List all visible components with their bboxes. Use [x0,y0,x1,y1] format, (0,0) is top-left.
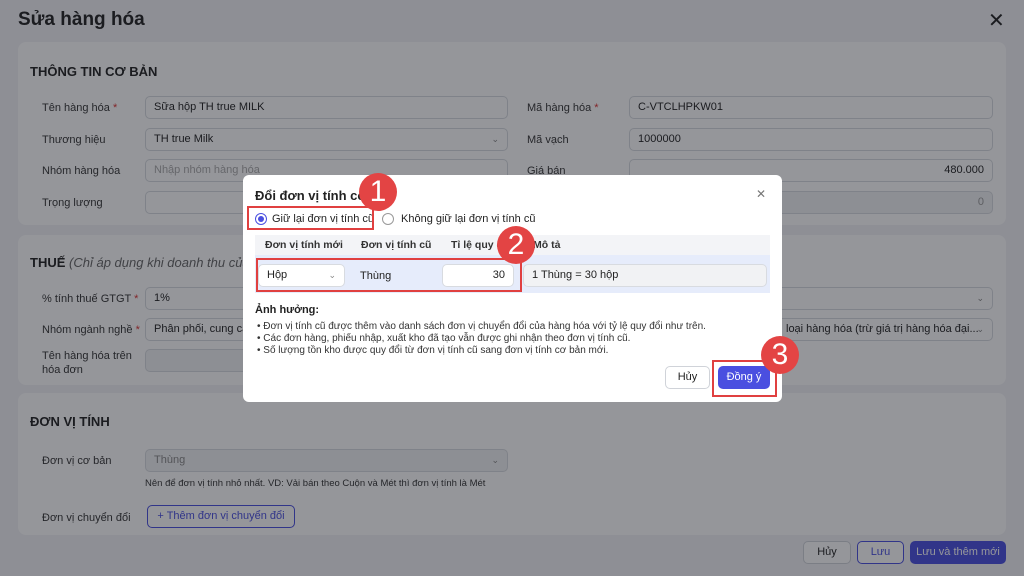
change-base-unit-dialog: Đổi đơn vị tính cơ bản ✕ Giữ lại đơn vị … [243,173,799,402]
list-item: Các đơn hàng, phiếu nhập, xuất kho đã tạ… [257,333,706,345]
list-item: Số lượng tồn kho được quy đổi từ đơn vị … [257,345,706,357]
list-item: Đơn vị tính cũ được thêm vào danh sách đ… [257,321,706,333]
step-badge-2: 2 [497,226,535,264]
column-header: Đơn vị tính cũ [361,239,432,251]
column-header: Mô tả [533,239,561,251]
step-badge-1: 1 [359,173,397,211]
description-field: 1 Thùng = 30 hộp [523,264,767,287]
impact-list: Đơn vị tính cũ được thêm vào danh sách đ… [257,321,706,357]
highlight-box-step-2 [256,258,522,292]
impact-heading: Ảnh hưởng: [255,304,320,316]
dialog-cancel-button[interactable]: Hủy [665,366,710,389]
discard-old-unit-label[interactable]: Không giữ lại đơn vị tính cũ [401,213,535,225]
column-header: Đơn vị tính mới [265,239,343,251]
discard-old-unit-radio[interactable] [382,213,394,225]
step-badge-3: 3 [761,336,799,374]
close-icon[interactable]: ✕ [756,187,766,201]
highlight-box-step-1 [247,206,374,230]
